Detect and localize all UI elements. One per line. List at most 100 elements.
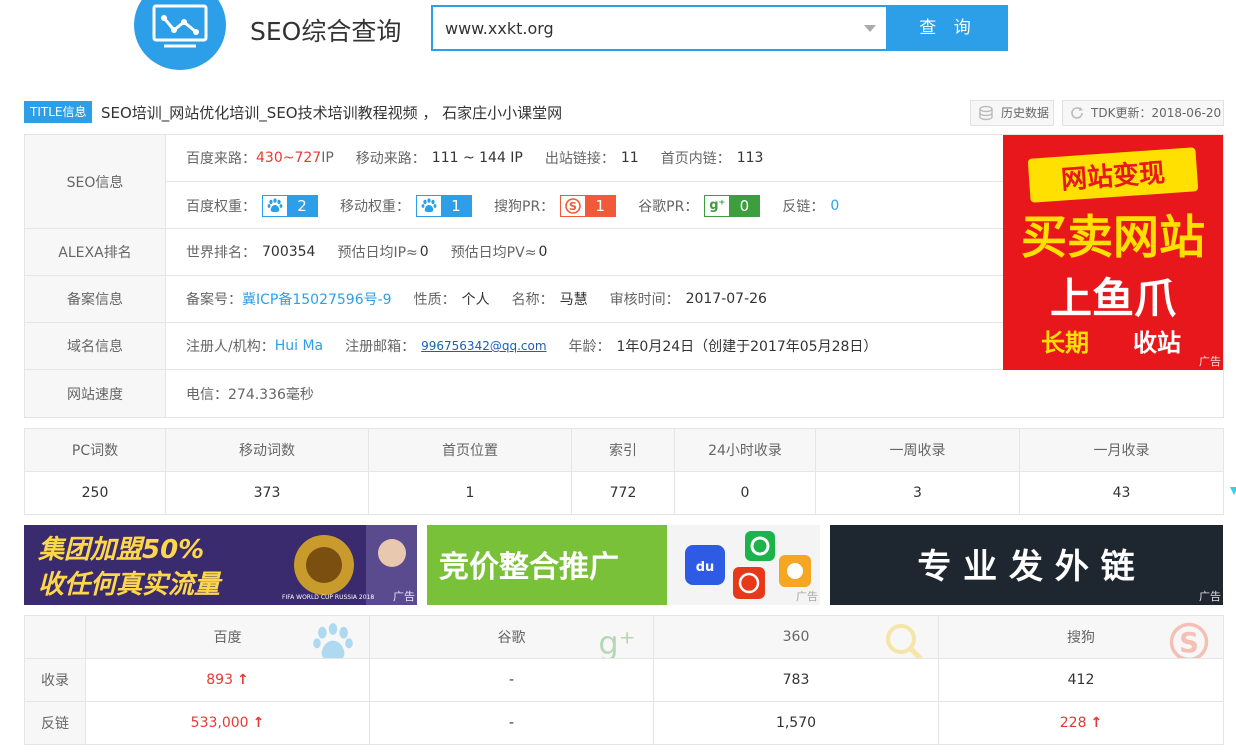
baidu-weight-badge[interactable]: 2 xyxy=(262,194,318,217)
history-data-label: 历史数据 xyxy=(1001,106,1050,120)
side-ad-line4b: 收站 xyxy=(1133,329,1181,357)
engine-header-360: 360 xyxy=(654,616,939,659)
seo-weight-line: 百度权重： 2 移动权重： 1 搜狗PR： S 1 谷歌PR： g⁺ 0 反链：… xyxy=(166,182,1003,229)
baidu-traffic-low[interactable]: 430 xyxy=(256,150,283,166)
sogou-pr-badge[interactable]: S 1 xyxy=(560,194,617,217)
stats-header: 索引 xyxy=(572,429,675,472)
360-backlinks-cell[interactable]: 1,570 xyxy=(654,702,939,744)
search-button[interactable]: 查 询 xyxy=(888,5,1008,51)
world-rank-value[interactable]: 700354 xyxy=(262,244,315,260)
home-inlinks-value[interactable]: 113 xyxy=(737,150,764,166)
side-ad-line3: 上鱼爪 xyxy=(1050,274,1176,323)
ad-banner-2-graphic: 竞价整合推广 du xyxy=(427,525,820,605)
magnifier-360-icon xyxy=(886,624,923,658)
side-ad-graphic: 网站变现 买卖网站 上鱼爪 长期 收站 xyxy=(1021,147,1205,357)
row-label: 网站速度 xyxy=(25,370,166,417)
mobile-traffic: 移动来路： 111 ~ 144 IP xyxy=(355,150,523,167)
email-link[interactable]: 996756342@qq.com xyxy=(421,339,546,353)
stats-value[interactable]: 373 xyxy=(166,472,369,514)
title-info-tag: TITLE信息 xyxy=(24,101,93,123)
svg-text:S: S xyxy=(569,200,577,213)
sogou-icon: S xyxy=(561,195,586,216)
google-pr-badge[interactable]: g⁺ 0 xyxy=(704,194,761,217)
registrant-link[interactable]: Hui Ma xyxy=(275,338,323,354)
stats-value[interactable]: 0 xyxy=(675,472,816,514)
stats-header: 24小时收录 xyxy=(675,429,816,472)
stats-value[interactable]: 43 xyxy=(1020,472,1223,514)
seo-traffic-line: 百度来路： 430 ~ 727 IP 移动来路： 111 ~ 144 IP 出站… xyxy=(166,135,1003,182)
home-inlinks: 首页内链： 113 xyxy=(660,150,764,167)
stats-value[interactable]: 3 xyxy=(816,472,1020,514)
icp-nature: 性质： 个人 xyxy=(413,292,490,308)
sogou-pr: 搜狗PR： S 1 xyxy=(494,194,617,217)
engine-header-sogou: 搜狗 S xyxy=(939,616,1223,659)
arrow-up-icon: ↑ xyxy=(237,672,249,688)
site-logo[interactable] xyxy=(134,0,226,70)
ad-banner-1[interactable]: 集团加盟50% 收任何真实流量 FIFA WORLD CUP RUSSIA 20… xyxy=(24,525,417,605)
tdk-update-label: TDK更新：2018-06-20 xyxy=(1091,106,1222,120)
mobile-weight-badge[interactable]: 1 xyxy=(416,194,472,217)
speed-row: 网站速度 电信：274.336毫秒 xyxy=(25,370,1223,417)
ad-banner-3[interactable]: 专 业 发 外 链 广告 xyxy=(830,525,1223,605)
daily-pv: 预估日均PV≈ 0 xyxy=(450,244,548,261)
google-plus-icon: g⁺ xyxy=(598,624,635,658)
engine-row-label: 收录 xyxy=(25,659,86,702)
baidu-paw-icon xyxy=(263,195,287,216)
google-pr: 谷歌PR： g⁺ 0 xyxy=(638,194,761,217)
outbound-links: 出站链接： 11 xyxy=(544,150,639,167)
tdk-update-button[interactable]: TDK更新：2018-06-20 xyxy=(1062,100,1224,126)
google-indexed-cell[interactable]: - xyxy=(370,659,654,702)
registrant-email: 注册邮箱： 996756342@qq.com xyxy=(345,339,547,355)
ad-banner-2-text: 竞价整合推广 xyxy=(439,550,619,585)
icp-number-link[interactable]: 冀ICP备15027596号-9 xyxy=(242,289,392,309)
baidu-indexed-cell[interactable]: 893 ↑ xyxy=(86,659,370,702)
baidu-du-icon: du xyxy=(696,560,715,575)
sogou-backlinks-cell[interactable]: 228 ↑ xyxy=(939,702,1223,744)
side-ad-banner[interactable]: 网站变现 买卖网站 上鱼爪 长期 收站 广告 xyxy=(1003,135,1223,370)
outbound-links-value[interactable]: 11 xyxy=(621,150,639,166)
site-title: SEO综合查询 xyxy=(250,17,402,46)
caret-down-icon xyxy=(1230,487,1236,495)
stats-header: PC词数 xyxy=(25,429,166,472)
history-data-button[interactable]: 历史数据 xyxy=(970,100,1054,126)
search-field[interactable] xyxy=(431,5,888,51)
backlinks-value[interactable]: 0 xyxy=(830,198,839,214)
mobile-weight: 移动权重： 1 xyxy=(340,194,472,217)
sogou-icon: S xyxy=(1169,622,1209,659)
domain-age: 年龄： 1年0月24日（创建于2017年05月28日） xyxy=(568,339,878,355)
alexa-row: ALEXA排名 世界排名： 700354 预估日均IP≈ 0 预估日均PV≈ 0 xyxy=(25,229,1003,276)
speed-value: 电信：274.336毫秒 xyxy=(186,386,314,403)
baidu-paw-icon xyxy=(417,195,441,216)
svg-text:S: S xyxy=(1179,627,1199,659)
ad-label: 广告 xyxy=(1199,590,1221,603)
engine-header-google: 谷歌 g⁺ xyxy=(370,616,654,659)
engine-row-label: 反链 xyxy=(25,702,86,744)
stats-header: 一月收录 xyxy=(1020,429,1223,472)
world-rank: 世界排名： 700354 xyxy=(186,244,316,261)
ad-label: 广告 xyxy=(796,590,818,603)
stats-value[interactable]: 1 xyxy=(369,472,572,514)
google-backlinks-cell[interactable]: - xyxy=(370,702,654,744)
chart-monitor-icon xyxy=(152,4,208,48)
ad-banner-2[interactable]: 竞价整合推广 du 广告 xyxy=(427,525,820,605)
engine-header-baidu: 百度 xyxy=(86,616,370,659)
ad-banner-1-graphic: 集团加盟50% 收任何真实流量 FIFA WORLD CUP RUSSIA 20… xyxy=(24,525,417,605)
baidu-backlinks-cell[interactable]: 533,000 ↑ xyxy=(86,702,370,744)
sogou-indexed-cell[interactable]: 412 xyxy=(939,659,1223,702)
chevron-down-icon[interactable] xyxy=(864,25,876,32)
baidu-traffic: 百度来路： 430 ~ 727 IP xyxy=(186,150,334,167)
row-label: SEO信息 xyxy=(25,135,166,228)
icp-number: 备案号： 冀ICP备15027596号-9 xyxy=(186,289,392,309)
backlinks: 反链： 0 xyxy=(782,197,840,215)
search-input[interactable] xyxy=(433,7,853,49)
corner-cell xyxy=(25,616,86,659)
stats-value[interactable]: 772 xyxy=(572,472,675,514)
ad-banner-1-line1: 集团加盟50% xyxy=(37,535,204,565)
icp-audit-time: 审核时间： 2017-07-26 xyxy=(609,291,767,308)
baidu-paw-icon xyxy=(313,623,353,658)
mobile-traffic-value[interactable]: 111 ~ 144 IP xyxy=(432,150,523,166)
stats-value[interactable]: 250 xyxy=(25,472,166,514)
360-indexed-cell[interactable]: 783 xyxy=(654,659,939,702)
arrow-up-icon: ↑ xyxy=(252,715,265,731)
baidu-traffic-high[interactable]: 727 xyxy=(294,150,321,166)
